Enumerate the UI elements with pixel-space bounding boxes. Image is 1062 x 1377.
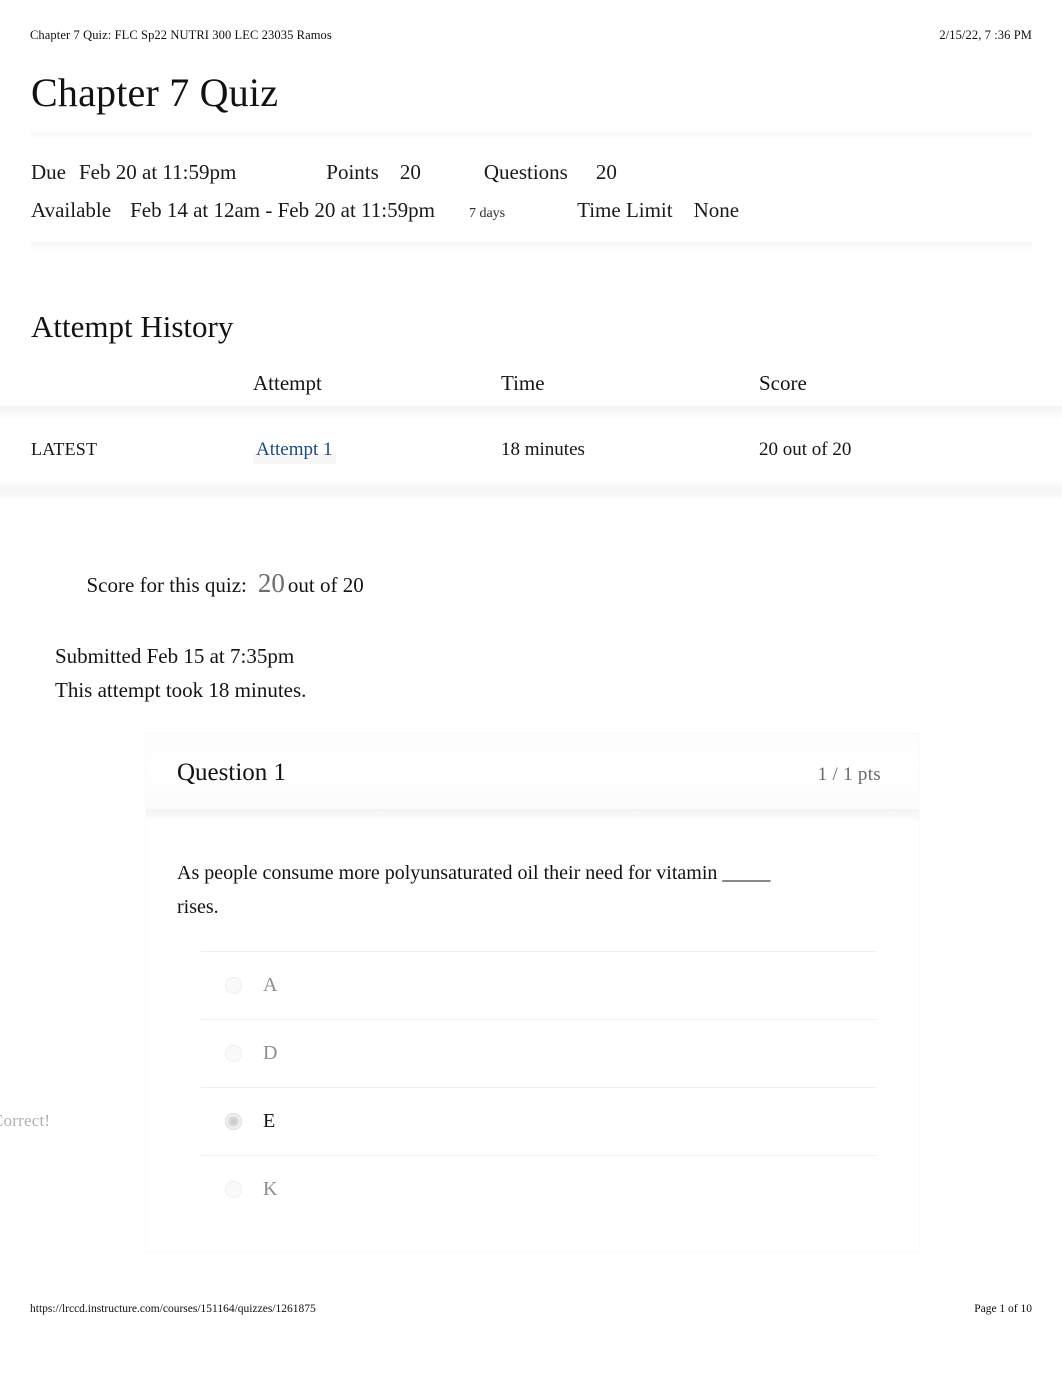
print-footer-page-number: Page 1 of 10 [974, 1303, 1032, 1315]
question-blank: _____ [722, 862, 770, 885]
question-body: As people consume more polyunsaturated o… [0, 821, 919, 1250]
radio-button-selected-icon[interactable] [225, 1112, 242, 1130]
page-title: Chapter 7 Quiz [31, 70, 279, 115]
question-text-line-2: rises. [177, 895, 219, 918]
correct-flag: Correct! [0, 1111, 51, 1131]
answer-label: D [263, 1042, 278, 1065]
title-divider [31, 132, 1032, 139]
question-text: As people consume more polyunsaturated o… [177, 857, 802, 924]
column-header-score: Score [759, 370, 807, 395]
answer-label: K [263, 1178, 278, 1201]
radio-button-icon[interactable] [225, 1180, 242, 1198]
quiz-meta-row-available: Available Feb 14 at 12am - Feb 20 at 11:… [31, 191, 1032, 229]
quiz-meta-row-due: Due Feb 20 at 11:59pm Points 20 Question… [31, 153, 1032, 191]
question-card: Question 1 1 / 1 pts As people consume m… [0, 733, 919, 1251]
score-for-quiz-line: Score for this quiz: 20 out of 20 [55, 528, 1062, 640]
points-value: 20 [399, 160, 421, 184]
question-points: 1 / 1 pts [817, 764, 881, 786]
answer-label: E [263, 1110, 276, 1133]
answer-option-d[interactable]: D [177, 1020, 889, 1087]
attempt-history-table: Attempt Time Score LATEST Attempt 1 18 m… [0, 371, 1062, 502]
score-value: 20 [257, 567, 285, 598]
submitted-line: Submitted Feb 15 at 7:35pm [55, 644, 295, 669]
question-header-divider [146, 809, 919, 822]
answer-option-e[interactable]: Correct! E [0, 1088, 889, 1155]
question-title: Question 1 [177, 759, 287, 787]
attempt-1-link[interactable]: Attempt 1 [253, 437, 336, 464]
attempt-history-heading: Attempt History [31, 309, 234, 345]
answer-option-k[interactable]: K [177, 1156, 889, 1223]
attempt-score-value: 20 out of 20 [759, 438, 852, 460]
table-row: LATEST Attempt 1 18 minutes 20 out of 20 [31, 420, 1032, 464]
quiz-meta: Due Feb 20 at 11:59pm Points 20 Question… [0, 153, 1062, 229]
due-value: Feb 20 at 11:59pm [79, 160, 237, 184]
time-limit-value: None [693, 198, 740, 223]
column-header-time: Time [501, 370, 545, 395]
column-header-attempt: Attempt [253, 370, 322, 395]
table-header-row: Attempt Time Score [31, 371, 1032, 406]
radio-button-icon[interactable] [225, 976, 242, 994]
time-limit-label: Time Limit [577, 198, 673, 223]
attempt-latest-badge: LATEST [31, 438, 98, 459]
print-footer: https://lrccd.instructure.com/courses/15… [30, 1303, 1032, 1315]
attempt-time-value: 18 minutes [501, 438, 585, 460]
score-out-of: out of 20 [287, 572, 364, 597]
print-header-document-title: Chapter 7 Quiz: FLC Sp22 NUTRI 300 LEC 2… [30, 28, 332, 42]
answer-options: A D Correct! E K [0, 950, 889, 1247]
score-label: Score for this quiz: [86, 572, 247, 597]
available-value: Feb 14 at 12am - Feb 20 at 11:59pm [130, 198, 435, 223]
table-header-divider [0, 405, 1062, 420]
available-duration: 7 days [468, 206, 506, 222]
answer-label: A [263, 974, 278, 997]
questions-label: Questions [483, 160, 568, 184]
questions-value: 20 [595, 160, 617, 184]
table-bottom-divider [0, 479, 1062, 502]
available-label: Available [31, 198, 112, 223]
print-header-timestamp: 2/15/22, 7 :36 PM [939, 28, 1032, 42]
question-header: Question 1 1 / 1 pts [146, 733, 919, 810]
answer-option-a[interactable]: A [177, 952, 889, 1019]
print-footer-url: https://lrccd.instructure.com/courses/15… [30, 1303, 316, 1315]
page-content: Chapter 7 Quiz Due Feb 20 at 11:59pm Poi… [0, 70, 1062, 1251]
points-label: Points [326, 160, 379, 184]
question-text-line-1: As people consume more polyunsaturated o… [177, 862, 718, 885]
meta-divider [31, 242, 1032, 251]
due-label: Due [31, 160, 66, 184]
print-header: Chapter 7 Quiz: FLC Sp22 NUTRI 300 LEC 2… [30, 28, 1032, 43]
radio-button-icon[interactable] [225, 1044, 242, 1062]
attempt-duration-line: This attempt took 18 minutes. [55, 678, 307, 703]
score-summary: Score for this quiz: 20 out of 20 Submitte… [0, 528, 1062, 708]
